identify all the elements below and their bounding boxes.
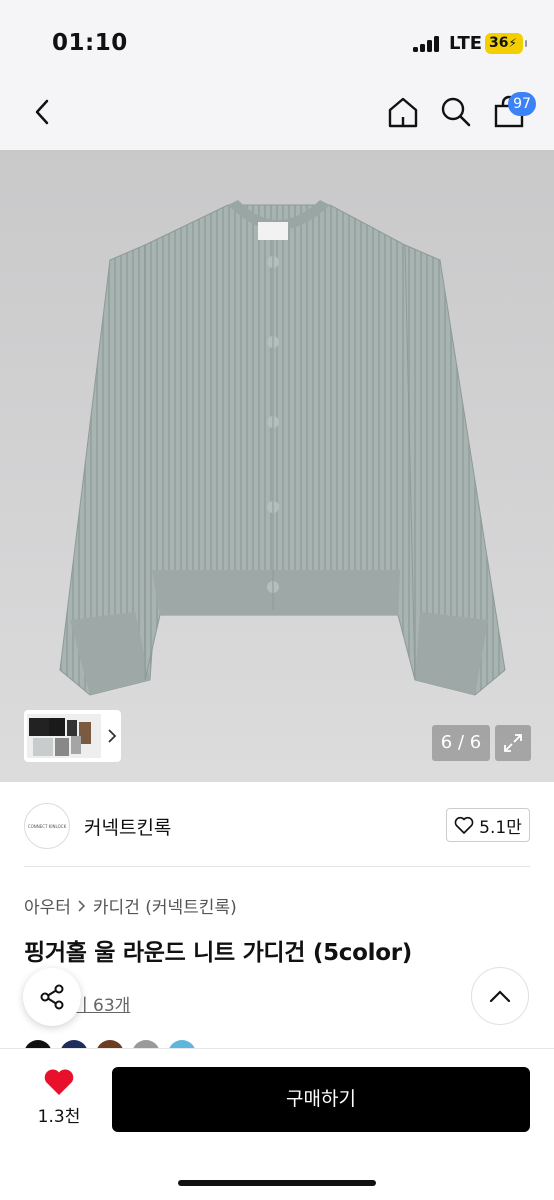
- wish-button[interactable]: 1.3천: [34, 1068, 84, 1127]
- chevron-up-icon: [489, 990, 511, 1003]
- product-image[interactable]: [0, 150, 554, 782]
- divider: [24, 866, 530, 867]
- breadcrumb: 아우터 카디건 (커넥트킨록): [24, 893, 237, 918]
- chevron-right-icon: [108, 729, 117, 743]
- heart-filled-icon: [44, 1069, 74, 1095]
- cardigan-image: [59, 200, 506, 696]
- breadcrumb-level2[interactable]: 카디건 (커넥트킨록): [93, 893, 237, 918]
- share-icon: [40, 984, 64, 1010]
- back-icon: [35, 99, 49, 125]
- brand-name[interactable]: 커넥트킨록: [84, 813, 171, 840]
- battery-level: 36: [489, 35, 509, 51]
- brand-like-count: 5.1만: [479, 817, 522, 838]
- scroll-top-button[interactable]: [471, 967, 529, 1025]
- search-icon: [441, 97, 471, 127]
- status-bar: 01:10 LTE 36⚡: [0, 0, 554, 80]
- battery-icon: 36⚡: [485, 33, 527, 54]
- home-indicator: [178, 1180, 376, 1186]
- home-icon: [388, 97, 418, 128]
- search-button[interactable]: [436, 92, 476, 132]
- share-button[interactable]: [23, 968, 81, 1026]
- brand-logo-text: CONNECT KINLOCK: [27, 823, 67, 829]
- cart-count-badge: 97: [508, 92, 536, 116]
- brand-like-button[interactable]: 5.1만: [446, 808, 530, 842]
- network-label: LTE: [449, 33, 483, 54]
- thumbnail-image: [27, 714, 101, 758]
- nav-bar: [0, 80, 554, 150]
- thumbnail-strip[interactable]: [24, 710, 121, 762]
- buy-button[interactable]: 구매하기: [112, 1067, 530, 1132]
- charging-icon: ⚡: [508, 36, 517, 50]
- breadcrumb-level1[interactable]: 아우터: [24, 893, 71, 918]
- status-time: 01:10: [52, 30, 128, 56]
- heart-outline-icon: [454, 816, 474, 834]
- back-button[interactable]: [22, 92, 62, 132]
- chevron-right-icon: [78, 899, 86, 912]
- home-button[interactable]: [383, 92, 423, 132]
- signal-icon: [413, 36, 443, 52]
- product-title: 핑거홀 울 라운드 니트 가디건 (5color): [24, 940, 412, 966]
- brand-logo[interactable]: CONNECT KINLOCK: [24, 803, 70, 849]
- expand-icon: [504, 734, 522, 752]
- wish-count: 1.3천: [37, 1107, 81, 1127]
- expand-button[interactable]: [495, 725, 531, 761]
- image-counter: 6 / 6: [432, 725, 490, 761]
